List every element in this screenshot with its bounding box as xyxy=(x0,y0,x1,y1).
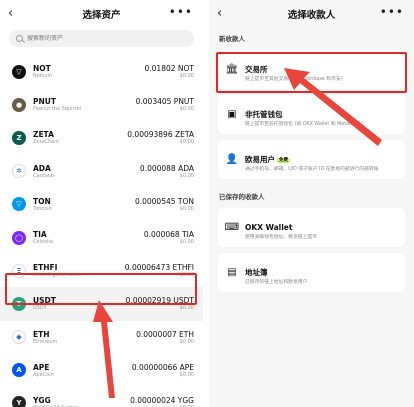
token-amount: 0.01802 NOT xyxy=(144,64,195,74)
recipient-option-okx-wallet[interactable]: ⌨ OKX Wallet 使用关联钱包地址，畅享链上提币 xyxy=(218,208,405,247)
saved-recipient-options: ⌨ OKX Wallet 使用关联钱包地址，畅享链上提币 ▤ 地址簿已保存的链上地址和欧… xyxy=(209,208,414,292)
token-amount: 0.00006473 ETHFI xyxy=(124,263,194,273)
search-icon xyxy=(16,35,23,42)
token-row-pnut[interactable]: ● PNUT Peanut the Squirrel 0.003405 PNUT $0.… xyxy=(0,88,203,121)
token-symbol: ZETA xyxy=(33,130,54,140)
ape-coin-icon: A xyxy=(12,363,26,378)
search-bar[interactable] xyxy=(9,30,194,47)
search-input[interactable] xyxy=(27,35,177,42)
more-horizontal-icon[interactable]: ••• xyxy=(380,5,404,19)
not-coin-icon: ▽ xyxy=(12,64,26,79)
ygg-coin-icon: Y xyxy=(12,396,26,407)
option-title: 地址簿 xyxy=(245,267,268,277)
more-horizontal-icon[interactable]: ••• xyxy=(169,5,193,19)
token-row-ton[interactable]: ▽ TON Toncoin 0.0000545 TON $0.00 xyxy=(0,188,203,221)
token-usd-value: $0.00 xyxy=(179,305,194,312)
token-amount: 0.00000066 APE xyxy=(131,362,194,372)
token-usd-value: $0.00 xyxy=(179,371,194,378)
wallet-icon: ▣ xyxy=(227,109,237,120)
token-usd-value: $0.00 xyxy=(179,139,194,146)
token-name: Cardano xyxy=(33,172,54,179)
arrow-annotation-right xyxy=(284,68,382,146)
option-description: 通过手机号、邮箱、UID 或子账户 ID 在欧易内部进行内部转账 xyxy=(245,166,379,172)
ton-coin-icon: ▽ xyxy=(12,197,26,212)
eth-coin-icon: ◆ xyxy=(12,330,26,345)
page-title: 选择收款人 xyxy=(287,10,336,21)
token-usd-value: $0.00 xyxy=(179,73,194,80)
token-name: Celestia xyxy=(33,239,54,246)
token-usd-value: $0.00 xyxy=(179,338,194,345)
token-row-tia[interactable]: ◯ TIA Celestia 0.000068 TIA $0.00 xyxy=(0,221,203,254)
token-usd-value: $0.00 xyxy=(179,239,194,246)
option-title: 欧易用户 xyxy=(245,154,275,164)
pnut-coin-icon: ● xyxy=(12,97,26,112)
token-usd-value: $0.00 xyxy=(179,205,194,212)
token-name: Notcoin xyxy=(33,73,53,80)
token-amount: 0.00000024 YGG xyxy=(130,395,194,405)
okx-wallet-icon: ⌨ xyxy=(224,222,240,233)
recipient-select-screen: ‹ 选择收款人 ••• 新收款人 🏛交易所链上提币至其他交易所 (如 Coinb… xyxy=(209,0,414,407)
token-symbol: TON xyxy=(33,196,51,206)
option-title: 非托管钱包 xyxy=(245,109,283,119)
chevron-left-icon[interactable]: ‹ xyxy=(8,6,13,21)
token-symbol: ETHFI xyxy=(33,263,58,273)
token-amount: 0.0000007 ETH xyxy=(136,329,194,339)
token-amount: 0.00093896 ZETA xyxy=(127,130,194,140)
chevron-left-icon[interactable]: ‹ xyxy=(217,6,222,21)
token-symbol: PNUT xyxy=(33,97,56,107)
token-name: ZetaChain xyxy=(33,139,59,146)
tia-coin-icon: ◯ xyxy=(12,230,26,245)
zeta-coin-icon: Z xyxy=(12,130,26,145)
token-amount: 0.003405 PNUT xyxy=(135,97,194,107)
saved-recipient-label: 已保存的收款人 xyxy=(219,193,265,201)
token-symbol: TIA xyxy=(33,230,47,240)
nav-bar: ‹ 选择收款人 ••• xyxy=(209,0,414,28)
token-amount: 0.000088 ADA xyxy=(139,163,194,173)
recipient-option-address-book[interactable]: ▤ 地址簿已保存的链上地址和欧易用户 xyxy=(218,253,405,292)
option-description: 使用关联钱包地址，畅享链上提币 xyxy=(245,234,317,240)
token-row-not[interactable]: ▽ NOT Notcoin 0.01802 NOT $0.00 xyxy=(0,55,203,88)
new-recipient-label: 新收款人 xyxy=(219,35,245,43)
token-symbol: ADA xyxy=(33,163,51,173)
token-usd-value: $0.00 xyxy=(179,106,194,113)
token-name: Peanut the Squirrel xyxy=(33,106,81,113)
token-amount: 0.0000545 TON xyxy=(134,196,194,206)
user-icon: 👤 xyxy=(225,154,239,165)
token-row-ada[interactable]: ✲ ADA Cardano 0.000088 ADA $0.00 xyxy=(0,155,203,188)
address-book-icon: ▤ xyxy=(227,267,237,278)
nav-bar: ‹ 选择资产 ••• xyxy=(0,0,203,28)
page-title: 选择资产 xyxy=(82,10,121,21)
arrow-annotation-left xyxy=(93,300,115,398)
token-row-zeta[interactable]: Z ZETA ZetaChain 0.00093896 ZETA $0.00 xyxy=(0,121,203,154)
token-amount: 0.000068 TIA xyxy=(143,230,194,240)
free-badge: 免费 xyxy=(277,157,290,164)
token-usd-value: $0.00 xyxy=(179,172,194,179)
option-description: 已保存的链上地址和欧易用户 xyxy=(245,279,308,285)
token-symbol: NOT xyxy=(33,64,51,74)
option-title: OKX Wallet xyxy=(245,222,293,232)
ada-coin-icon: ✲ xyxy=(12,164,26,179)
token-name: Toncoin xyxy=(33,205,52,212)
